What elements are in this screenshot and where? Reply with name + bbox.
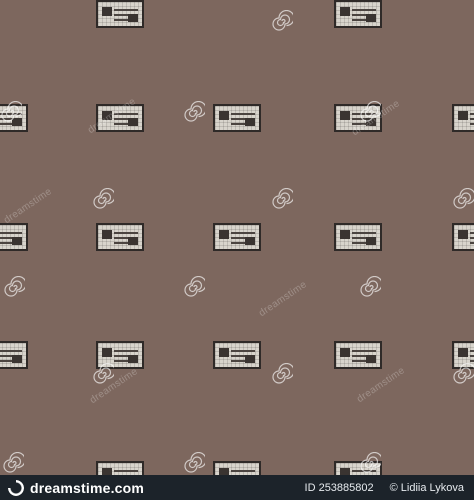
watermark-spiral-icon xyxy=(2,452,24,474)
watermark-spiral-icon xyxy=(359,101,381,123)
footer-bar: dreamstime.com ID 253885802 © Lidiia Lyk… xyxy=(0,475,474,500)
brand-logo[interactable]: dreamstime.com xyxy=(8,479,145,496)
watermark-spiral-icon xyxy=(452,363,474,385)
watermark-text: dreamstime xyxy=(355,365,407,406)
author-credit: © Lidiia Lykova xyxy=(389,481,464,494)
pattern-tile xyxy=(334,223,382,251)
watermark-spiral-icon xyxy=(92,363,114,385)
image-id: ID 253885802 xyxy=(304,481,374,494)
watermark-spiral-icon xyxy=(92,188,114,210)
pattern-tile xyxy=(0,223,28,251)
pattern-tile xyxy=(213,223,261,251)
watermark-spiral-icon xyxy=(271,10,293,32)
watermark-spiral-icon xyxy=(183,276,205,298)
pattern-tile xyxy=(213,341,261,369)
watermark-spiral-icon xyxy=(183,452,205,474)
footer-meta: ID 253885802 © Lidiia Lykova xyxy=(305,482,464,494)
pattern-tile xyxy=(452,223,474,251)
pattern-tile xyxy=(96,0,144,28)
brand-name: dreamstime.com xyxy=(30,479,145,496)
brand-logo-icon xyxy=(8,479,24,496)
watermark-spiral-icon xyxy=(359,276,381,298)
watermark-text: dreamstime xyxy=(257,279,309,320)
pattern-tile xyxy=(334,0,382,28)
pattern-canvas: dreamstime dreamstime dreamstime dreamst… xyxy=(0,0,474,500)
watermark-spiral-icon xyxy=(0,101,22,123)
watermark-spiral-icon xyxy=(3,276,25,298)
pattern-tile xyxy=(96,223,144,251)
watermark-spiral-icon xyxy=(359,452,381,474)
pattern-tile xyxy=(452,104,474,132)
pattern-tile xyxy=(334,341,382,369)
pattern-tile xyxy=(0,341,28,369)
watermark-spiral-icon xyxy=(271,188,293,210)
watermark-spiral-icon xyxy=(183,101,205,123)
pattern-tile xyxy=(213,104,261,132)
watermark-text: dreamstime xyxy=(2,186,54,227)
watermark-spiral-icon xyxy=(452,188,474,210)
pattern-tile xyxy=(96,104,144,132)
watermark-spiral-icon xyxy=(271,363,293,385)
